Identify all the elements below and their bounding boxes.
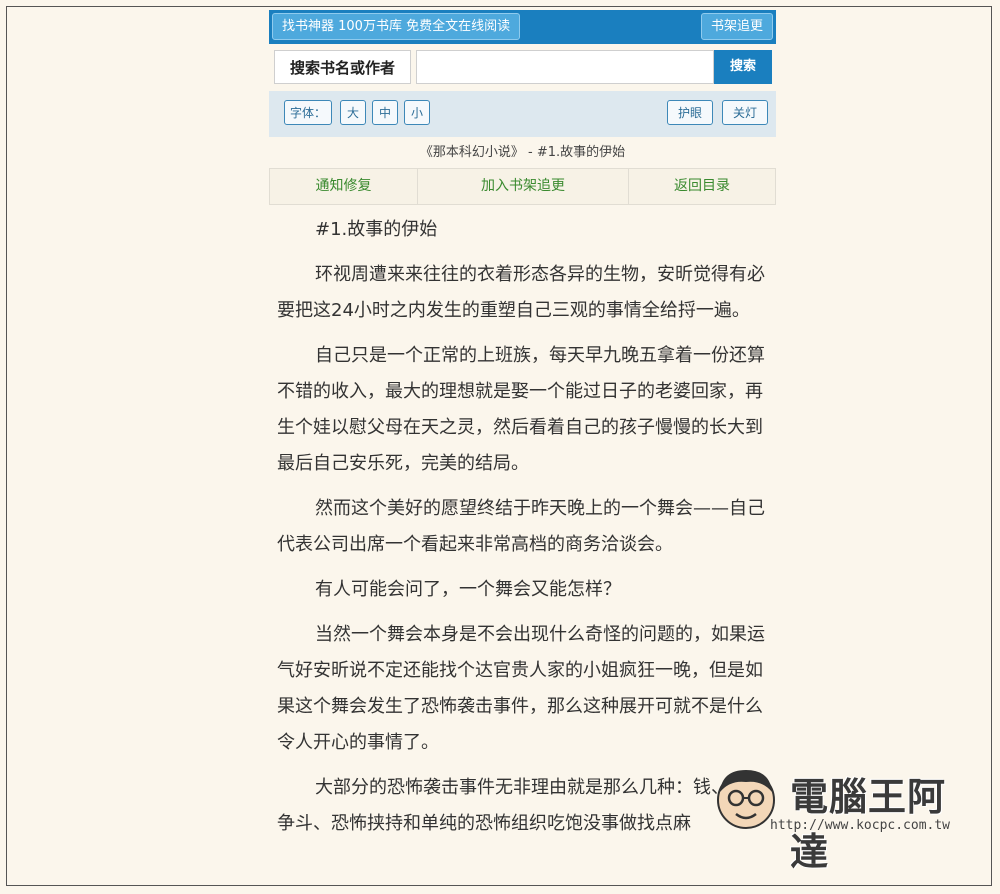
paragraph: 有人可能会问了，一个舞会又能怎样？ bbox=[315, 579, 621, 600]
lights-off-button[interactable]: 关灯 bbox=[722, 100, 768, 125]
paragraph: 自己只是一个正常的上班族，每天早九晚五拿着一份还算不错的收入，最大的理想就是娶一… bbox=[277, 345, 765, 474]
paragraph: #1.故事的伊始 bbox=[315, 219, 438, 240]
eye-care-button[interactable]: 护眼 bbox=[667, 100, 713, 125]
site-watermark: 電腦王阿達 http://www.kocpc.com.tw bbox=[706, 752, 976, 874]
search-input[interactable] bbox=[416, 50, 714, 84]
search-button[interactable]: 搜索 bbox=[714, 50, 772, 84]
add-to-shelf-link[interactable]: 加入书架追更 bbox=[418, 169, 629, 204]
watermark-url: http://www.kocpc.com.tw bbox=[770, 818, 951, 833]
bookshelf-button[interactable]: 书架追更 bbox=[700, 13, 773, 40]
font-large-button[interactable]: 大 bbox=[340, 100, 366, 125]
paragraph: 然而这个美好的愿望终结于昨天晚上的一个舞会——自己代表公司出席一个看起来非常高档… bbox=[277, 498, 765, 555]
search-bar: 搜索书名或作者 搜索 bbox=[274, 50, 772, 84]
chapter-title: 《那本科幻小说》 - #1.故事的伊始 bbox=[419, 145, 626, 160]
promo-link[interactable]: 找书神器 100万书库 免费全文在线阅读 bbox=[272, 13, 521, 40]
paragraph: 大部分的恐怖袭击事件无非理由就是那么几种：钱、权利争斗、恐怖挟持和单纯的恐怖组织… bbox=[277, 777, 765, 834]
top-bar: 找书神器 100万书库 免费全文在线阅读 书架追更 bbox=[269, 10, 776, 44]
reader-column: 找书神器 100万书库 免费全文在线阅读 书架追更 搜索书名或作者 搜索 字体：… bbox=[269, 10, 776, 205]
paragraph: 环视周遭来来往往的衣着形态各异的生物，安昕觉得有必要把这24小时之内发生的重塑自… bbox=[277, 264, 765, 321]
reading-toolbar: 字体： 大 中 小 护眼 关灯 bbox=[269, 91, 776, 137]
back-to-toc-link[interactable]: 返回目录 bbox=[629, 169, 775, 204]
report-error-link[interactable]: 通知修复 bbox=[270, 169, 418, 204]
font-medium-button[interactable]: 中 bbox=[372, 100, 398, 125]
chapter-content: #1.故事的伊始 环视周遭来来往往的衣着形态各异的生物，安昕觉得有必要把这24小… bbox=[277, 212, 767, 851]
chapter-nav: 通知修复 加入书架追更 返回目录 bbox=[269, 168, 776, 205]
paragraph: 当然一个舞会本身是不会出现什么奇怪的问题的，如果运气好安昕说不定还能找个达官贵人… bbox=[277, 624, 765, 753]
font-size-label: 字体： bbox=[284, 100, 332, 125]
search-label: 搜索书名或作者 bbox=[274, 50, 411, 84]
font-small-button[interactable]: 小 bbox=[404, 100, 430, 125]
